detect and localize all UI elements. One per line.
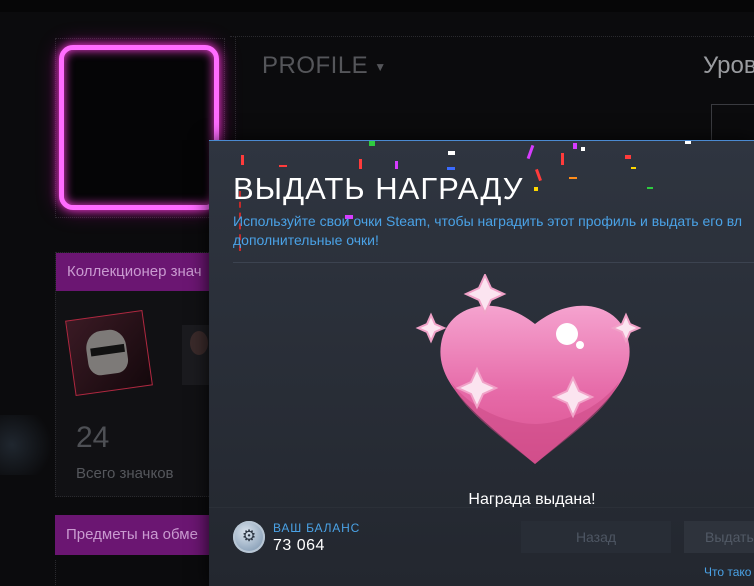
confetti (561, 153, 564, 165)
confetti (526, 144, 535, 160)
heart-award-icon (415, 272, 642, 464)
ambient-glow (0, 415, 60, 475)
confetti (447, 167, 455, 170)
confetti (395, 161, 398, 169)
confetti (369, 141, 375, 146)
badge-image[interactable] (65, 309, 153, 397)
confetti (359, 159, 362, 169)
chevron-down-icon: ▼ (374, 59, 387, 74)
badge-count: 24 (76, 421, 110, 454)
top-band (0, 0, 754, 12)
profile-header-border (230, 36, 754, 37)
balance-label: ВАШ БАЛАНС (273, 521, 361, 535)
avatar[interactable] (59, 45, 219, 210)
confetti (647, 187, 653, 189)
steam-logo-icon: ⚙ (241, 528, 257, 545)
confetti (581, 147, 585, 151)
modal-description: Используйте свои очки Steam, чтобы награ… (233, 213, 743, 248)
badge-collector-showcase: Коллекционер знач 24 Всего значков (55, 252, 216, 497)
confetti (685, 141, 691, 144)
modal-title: ВЫДАТЬ НАГРАДУ (233, 171, 524, 206)
profile-header-border-left (235, 36, 236, 146)
trade-items-header: Предметы на обме (55, 515, 215, 555)
confetti (573, 143, 577, 149)
confetti (534, 187, 538, 191)
sparkle-icon (415, 312, 447, 344)
modal-divider (233, 262, 754, 263)
level-label: Уров (703, 52, 754, 79)
badge-collector-header: Коллекционер знач (56, 253, 214, 291)
modal-footer-divider (209, 507, 754, 508)
award-modal: ВЫДАТЬ НАГРАДУ Используйте свои очки Ste… (209, 140, 754, 586)
confetti (569, 177, 577, 179)
confetti (279, 165, 287, 167)
confetti (241, 155, 244, 165)
profile-dropdown[interactable]: PROFILE ▼ (262, 52, 387, 80)
back-button[interactable]: Назад (521, 521, 671, 553)
steam-points-icon: ⚙ (233, 521, 265, 553)
profile-dropdown-label: PROFILE (262, 52, 369, 79)
trade-items-frame (55, 560, 216, 585)
balance-value: 73 064 (273, 537, 325, 554)
confetti (535, 168, 542, 182)
badge-count-label: Всего значков (76, 465, 174, 482)
give-award-button[interactable]: Выдать (684, 521, 754, 553)
heart-award-icon (415, 272, 655, 474)
confetti (448, 151, 455, 155)
confetti (625, 155, 631, 159)
what-is-this-link[interactable]: Что тако (704, 565, 751, 579)
confetti (631, 167, 636, 169)
